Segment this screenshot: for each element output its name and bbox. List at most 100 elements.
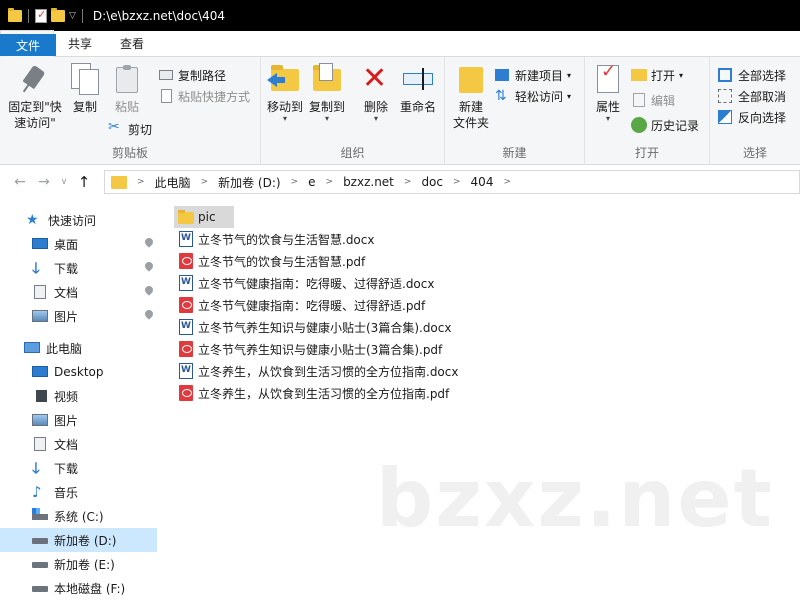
history-button[interactable]: 历史记录 xyxy=(631,115,699,135)
select-group: 全部选择 全部取消 反向选择 选择 xyxy=(710,57,800,165)
list-item[interactable]: 立冬养生，从饮食到生活习惯的全方位指南.pdf xyxy=(174,382,455,404)
recent-locations-chevron-icon[interactable]: ∨ xyxy=(56,177,72,187)
nav-item-label: 文档 xyxy=(54,285,79,300)
properties-button[interactable]: 属性 ▾ xyxy=(591,63,625,123)
list-item[interactable]: 立冬节气养生知识与健康小贴士(3篇合集).docx xyxy=(174,316,457,338)
forward-arrow-icon[interactable]: → xyxy=(32,174,56,190)
folder-icon xyxy=(8,7,22,22)
properties-icon[interactable] xyxy=(35,8,47,23)
history-label: 历史记录 xyxy=(651,118,700,133)
nav-desktop[interactable]: Desktop xyxy=(0,360,157,384)
word-document-icon xyxy=(178,275,194,291)
list-item[interactable]: 立冬养生，从饮食到生活习惯的全方位指南.docx xyxy=(174,360,464,382)
copy-path-button[interactable]: 复制路径 xyxy=(158,65,226,85)
rename-label: 重命名 xyxy=(399,100,436,114)
nav-item-label: 系统 (C:) xyxy=(54,509,104,524)
list-item[interactable]: 立冬节气健康指南：吃得暖、过得舒适.pdf xyxy=(174,294,431,316)
nav-pictures[interactable]: 图片 xyxy=(0,408,157,432)
nav-drive-e[interactable]: 新加卷 (E:) xyxy=(0,552,157,576)
window-title: D:\e\bzxz.net\doc\404 xyxy=(92,8,226,23)
breadcrumb-drive-d[interactable]: 新加卷 (D:) xyxy=(218,174,280,191)
nav-pictures-pinned[interactable]: 图片 xyxy=(0,304,157,328)
open-button[interactable]: 打开 ▾ xyxy=(631,65,683,85)
drive-icon xyxy=(32,532,48,548)
properties-label: 属性 xyxy=(595,100,620,114)
nav-drive-f[interactable]: 本地磁盘 (F:) xyxy=(0,576,157,600)
copy-button[interactable]: 复制 xyxy=(66,63,104,115)
list-item[interactable]: 立冬节气的饮食与生活智慧.pdf xyxy=(174,250,371,272)
nav-item-label: 此电脑 xyxy=(46,341,83,356)
nav-downloads-pinned[interactable]: 🡓 下载 xyxy=(0,256,157,280)
copy-path-icon xyxy=(158,67,174,83)
tab-file[interactable]: 文件 xyxy=(0,34,56,56)
delete-button[interactable]: ✕ 删除 ▾ xyxy=(359,63,393,123)
nav-drive-c[interactable]: 系统 (C:) xyxy=(0,504,157,528)
word-document-icon xyxy=(178,231,194,247)
breadcrumb-e[interactable]: e xyxy=(308,175,315,189)
select-none-button[interactable]: 全部取消 xyxy=(718,86,786,106)
breadcrumb-bzxz[interactable]: bzxz.net xyxy=(343,175,394,189)
new-folder-icon[interactable] xyxy=(51,7,65,22)
select-all-label: 全部选择 xyxy=(738,68,787,83)
nav-quick-access[interactable]: ★ 快速访问 xyxy=(0,208,157,232)
breadcrumb-404[interactable]: 404 xyxy=(471,175,494,189)
invert-selection-label: 反向选择 xyxy=(738,110,787,125)
breadcrumb-chevron-icon[interactable]: > xyxy=(137,177,145,187)
new-folder-button[interactable]: 新建 文件夹 xyxy=(451,63,491,131)
nav-documents-pinned[interactable]: 文档 xyxy=(0,280,157,304)
easy-access-label: 轻松访问 xyxy=(515,89,564,104)
new-folder-label: 新建 文件夹 xyxy=(452,100,489,130)
edit-button[interactable]: 编辑 xyxy=(631,90,675,110)
pin-to-quick-access-button[interactable]: 固定到"快速访问" xyxy=(4,63,66,131)
rename-button[interactable]: 重命名 xyxy=(397,63,439,115)
list-item[interactable]: 立冬节气健康指南：吃得暖、过得舒适.docx xyxy=(174,272,440,294)
back-arrow-icon[interactable]: ← xyxy=(8,174,32,190)
nav-documents[interactable]: 文档 xyxy=(0,432,157,456)
new-item-button[interactable]: 新建项目 ▾ xyxy=(495,65,571,85)
up-arrow-icon[interactable]: ↑ xyxy=(72,173,96,191)
pc-icon xyxy=(24,340,40,356)
paste-shortcut-button[interactable]: 粘贴快捷方式 xyxy=(158,86,250,106)
nav-item-label: 音乐 xyxy=(54,485,79,500)
copy-path-label: 复制路径 xyxy=(178,68,227,83)
customize-toolbar-dropdown-icon[interactable]: ▽ xyxy=(69,11,76,21)
select-all-button[interactable]: 全部选择 xyxy=(718,65,786,85)
nav-drive-d[interactable]: 新加卷 (D:) xyxy=(0,528,157,552)
star-icon: ★ xyxy=(26,212,39,228)
new-folder-icon xyxy=(455,63,487,95)
list-item[interactable]: 立冬节气养生知识与健康小贴士(3篇合集).pdf xyxy=(174,338,448,360)
nav-desktop-pinned[interactable]: 桌面 xyxy=(0,232,157,256)
easy-access-button[interactable]: ⇅ 轻松访问 ▾ xyxy=(495,86,571,106)
move-to-button[interactable]: 移动到 ▾ xyxy=(265,63,305,123)
chevron-down-icon: ▾ xyxy=(567,91,572,101)
nav-music[interactable]: ♪ 音乐 xyxy=(0,480,157,504)
breadcrumb-chevron-icon[interactable]: > xyxy=(326,177,334,187)
nav-videos[interactable]: 视频 xyxy=(0,384,157,408)
nav-item-label: 图片 xyxy=(54,309,79,324)
invert-selection-button[interactable]: 反向选择 xyxy=(718,107,786,127)
breadcrumb-this-pc[interactable]: 此电脑 xyxy=(155,174,191,191)
cut-button[interactable]: ✂ 剪切 xyxy=(108,119,152,139)
desktop-icon xyxy=(32,364,48,380)
breadcrumb-doc[interactable]: doc xyxy=(421,175,443,189)
breadcrumb-chevron-icon[interactable]: > xyxy=(201,177,209,187)
paste-button[interactable]: 粘贴 xyxy=(108,63,146,115)
breadcrumb-chevron-icon[interactable]: > xyxy=(503,177,511,187)
list-item[interactable]: pic xyxy=(174,206,234,228)
nav-item-label: 下载 xyxy=(54,461,79,476)
edit-icon xyxy=(631,92,647,108)
copy-to-button[interactable]: 复制到 ▾ xyxy=(307,63,347,123)
easy-access-icon: ⇅ xyxy=(495,88,507,104)
nav-this-pc[interactable]: 此电脑 xyxy=(0,336,157,360)
breadcrumb-chevron-icon[interactable]: > xyxy=(453,177,461,187)
nav-item-label: 新加卷 (D:) xyxy=(54,533,117,548)
address-bar[interactable]: > 此电脑 > 新加卷 (D:) > e > bzxz.net > doc > … xyxy=(104,170,800,194)
tab-view[interactable]: 查看 xyxy=(106,30,158,56)
tab-share[interactable]: 共享 xyxy=(54,30,106,56)
breadcrumb-chevron-icon[interactable]: > xyxy=(404,177,412,187)
nav-downloads[interactable]: 🡓 下载 xyxy=(0,456,157,480)
file-name: 立冬节气健康指南：吃得暖、过得舒适.docx xyxy=(198,276,435,291)
chevron-down-icon: ▾ xyxy=(373,114,378,123)
list-item[interactable]: 立冬节气的饮食与生活智慧.docx xyxy=(174,228,380,250)
breadcrumb-chevron-icon[interactable]: > xyxy=(291,177,299,187)
